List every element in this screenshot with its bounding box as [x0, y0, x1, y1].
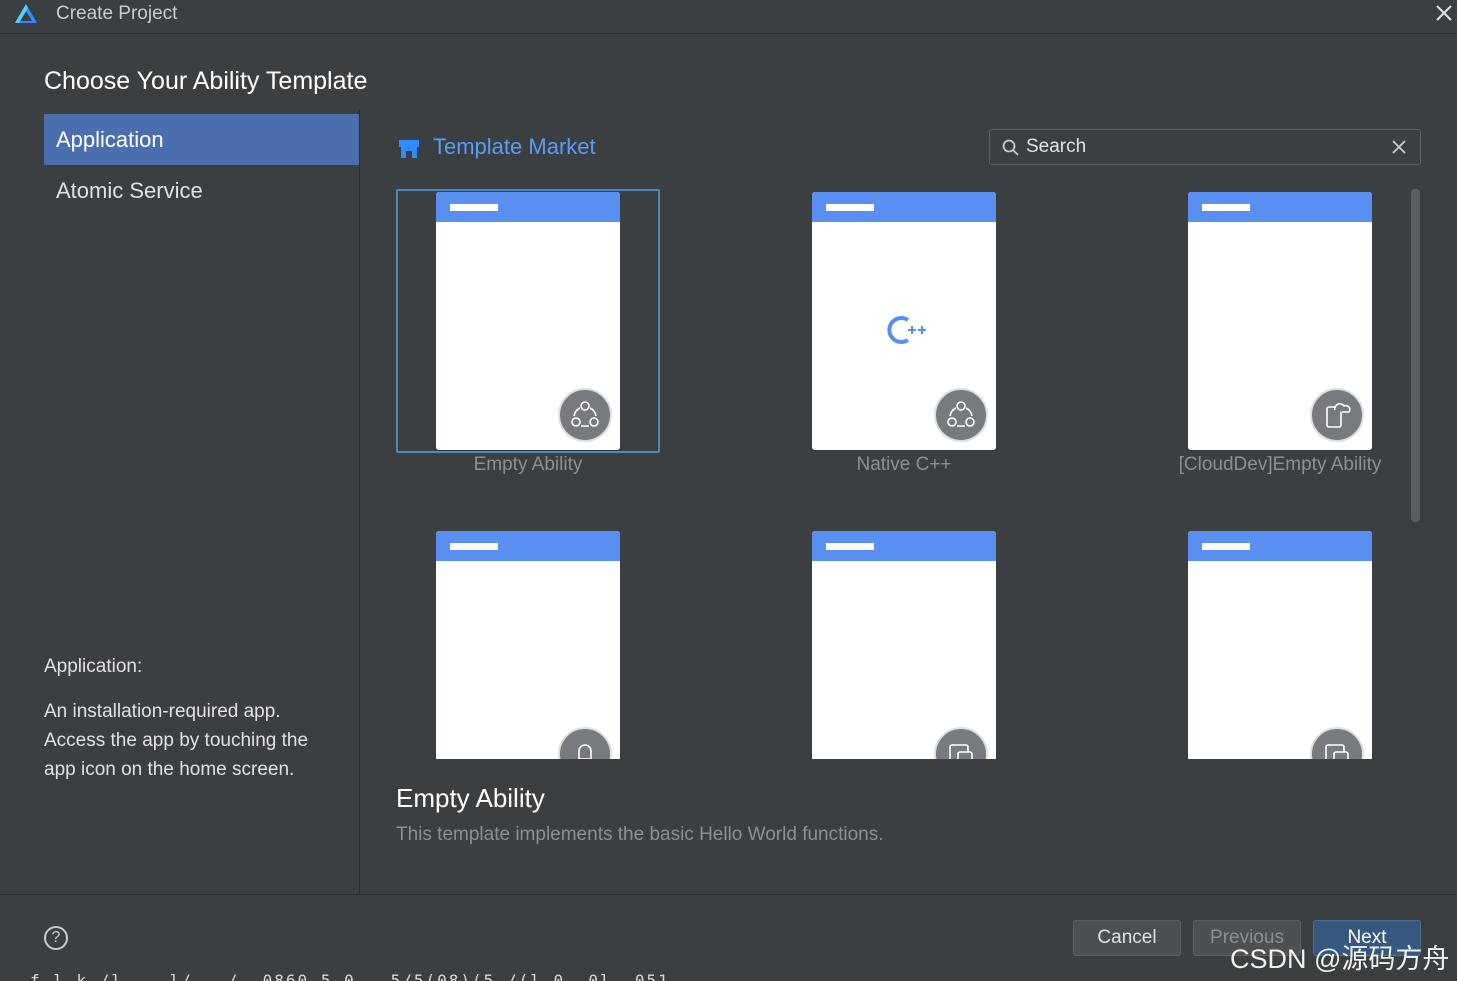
ability-icon: [558, 388, 612, 442]
template-card-5[interactable]: [756, 519, 1056, 759]
category-panel: Application Atomic Service Application: …: [0, 110, 360, 894]
template-card-native-cpp[interactable]: Native C++: [756, 180, 1056, 500]
clear-icon[interactable]: [1390, 138, 1408, 156]
template-label: [CloudDev]Empty Ability: [1178, 454, 1382, 475]
help-icon[interactable]: ?: [44, 926, 68, 950]
template-card-4[interactable]: [380, 519, 680, 759]
template-card-empty-ability[interactable]: Empty Ability: [380, 180, 680, 500]
search-icon: [1002, 139, 1019, 156]
watermark: CSDN @源码方舟: [1230, 944, 1450, 974]
widget-icon: [934, 727, 988, 759]
ability-icon: [934, 388, 988, 442]
service-icon: [558, 727, 612, 759]
phone-preview: [436, 192, 620, 450]
cancel-button[interactable]: Cancel: [1073, 920, 1181, 956]
page-title: Choose Your Ability Template: [44, 67, 368, 95]
phone-preview: [436, 531, 620, 759]
widget-icon: [1310, 727, 1364, 759]
description-title: Application:: [44, 656, 143, 677]
template-detail-description: This template implements the basic Hello…: [396, 824, 884, 845]
template-card-clouddev-empty-ability[interactable]: [CloudDev]Empty Ability: [1132, 180, 1410, 500]
phone-preview: [812, 531, 996, 759]
description-body: An installation-required app. Access the…: [44, 701, 309, 780]
window-title: Create Project: [56, 3, 178, 24]
category-atomic-service[interactable]: Atomic Service: [44, 165, 359, 216]
search-box[interactable]: [989, 129, 1421, 165]
template-scrollbar[interactable]: [1411, 189, 1420, 522]
phone-preview: [1188, 531, 1372, 759]
template-grid: Empty Ability Native C++ [CloudDev]Empty…: [380, 180, 1410, 759]
background-text: f.l.k./l... l/.../. 0860.5.0...5/5(08)(5…: [30, 971, 670, 981]
category-application[interactable]: Application: [44, 114, 359, 165]
phone-preview: [812, 192, 996, 450]
template-label: Empty Ability: [473, 454, 583, 475]
search-input[interactable]: [1026, 133, 1376, 161]
phone-preview: [1188, 192, 1372, 450]
template-detail-title: Empty Ability: [396, 783, 545, 813]
deveco-logo-icon: [15, 4, 37, 23]
template-market-link[interactable]: Template Market: [433, 134, 596, 160]
cpp-icon: [887, 316, 926, 344]
cloud-dev-icon: [1310, 388, 1364, 442]
template-card-6[interactable]: [1132, 519, 1410, 759]
store-icon: [399, 140, 419, 158]
title-bar: Create Project: [0, 0, 1457, 34]
template-label: Native C++: [856, 454, 952, 475]
close-icon[interactable]: [1434, 3, 1454, 23]
